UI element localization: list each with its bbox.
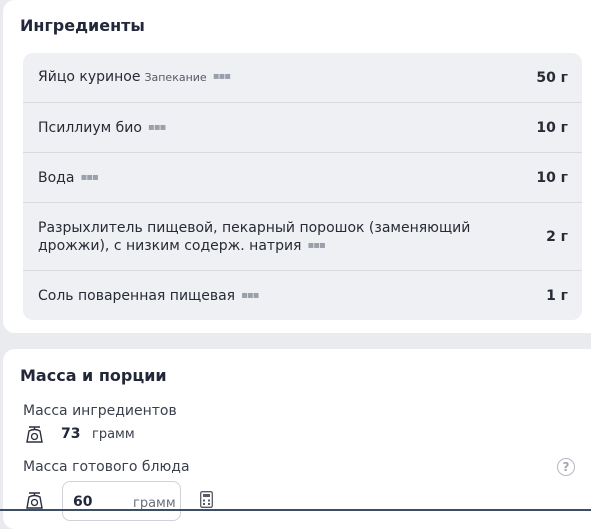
help-icon[interactable]: ?: [557, 458, 575, 476]
ingredients-mass-unit: грамм: [92, 427, 135, 442]
ingredient-name: Вода: [38, 169, 75, 186]
more-dots-icon[interactable]: ▪▪▪: [80, 172, 98, 183]
more-dots-icon[interactable]: ▪▪▪: [148, 122, 166, 133]
ingredients-title: Ингредиенты: [20, 16, 145, 35]
ingredient-row-salt[interactable]: Соль поваренная пищевая ▪▪▪ 1 г: [23, 271, 582, 320]
ingredient-name: Яйцо куриное: [38, 69, 141, 85]
ingredient-amount: 1 г: [546, 287, 568, 304]
ingredient-row-baking-powder[interactable]: Разрыхлитель пищевой, пекарный порошок (…: [23, 203, 582, 271]
ingredient-row-water[interactable]: Вода ▪▪▪ 10 г: [23, 153, 582, 203]
mass-section-title: Масса и порции: [20, 366, 167, 385]
calculator-icon[interactable]: [200, 491, 213, 508]
dish-mass-input[interactable]: 60 грамм: [62, 481, 181, 521]
dish-mass-label: Масса готового блюда: [23, 459, 190, 475]
ingredients-mass-value: 73: [61, 426, 81, 442]
more-dots-icon[interactable]: ▪▪▪: [241, 290, 259, 301]
ingredients-list: Яйцо куриное Запекание ▪▪▪ 50 г Псиллиум б…: [23, 53, 582, 320]
more-dots-icon[interactable]: ▪▪▪: [213, 72, 231, 82]
ingredient-amount: 10 г: [536, 119, 568, 136]
scale-icon: [26, 426, 43, 443]
scale-icon: [26, 492, 43, 509]
ingredient-amount: 10 г: [536, 169, 568, 186]
ingredient-amount: 50 г: [536, 69, 568, 86]
ingredient-row-egg[interactable]: Яйцо куриное Запекание ▪▪▪ 50 г: [23, 53, 582, 103]
ingredient-row-psyllium[interactable]: Псиллиум био ▪▪▪ 10 г: [23, 103, 582, 153]
ingredient-amount: 2 г: [546, 228, 568, 245]
dish-mass-value[interactable]: 60: [73, 494, 92, 510]
ingredient-name: Соль поваренная пищевая: [38, 287, 236, 304]
ingredient-name: Разрыхлитель пищевой, пекарный порошок (…: [38, 219, 471, 254]
ingredient-name: Псиллиум био: [38, 119, 142, 136]
ingredient-tag: Запекание: [144, 71, 207, 84]
more-dots-icon[interactable]: ▪▪▪: [307, 240, 325, 251]
ingredients-mass-label: Масса ингредиентов: [23, 403, 177, 419]
